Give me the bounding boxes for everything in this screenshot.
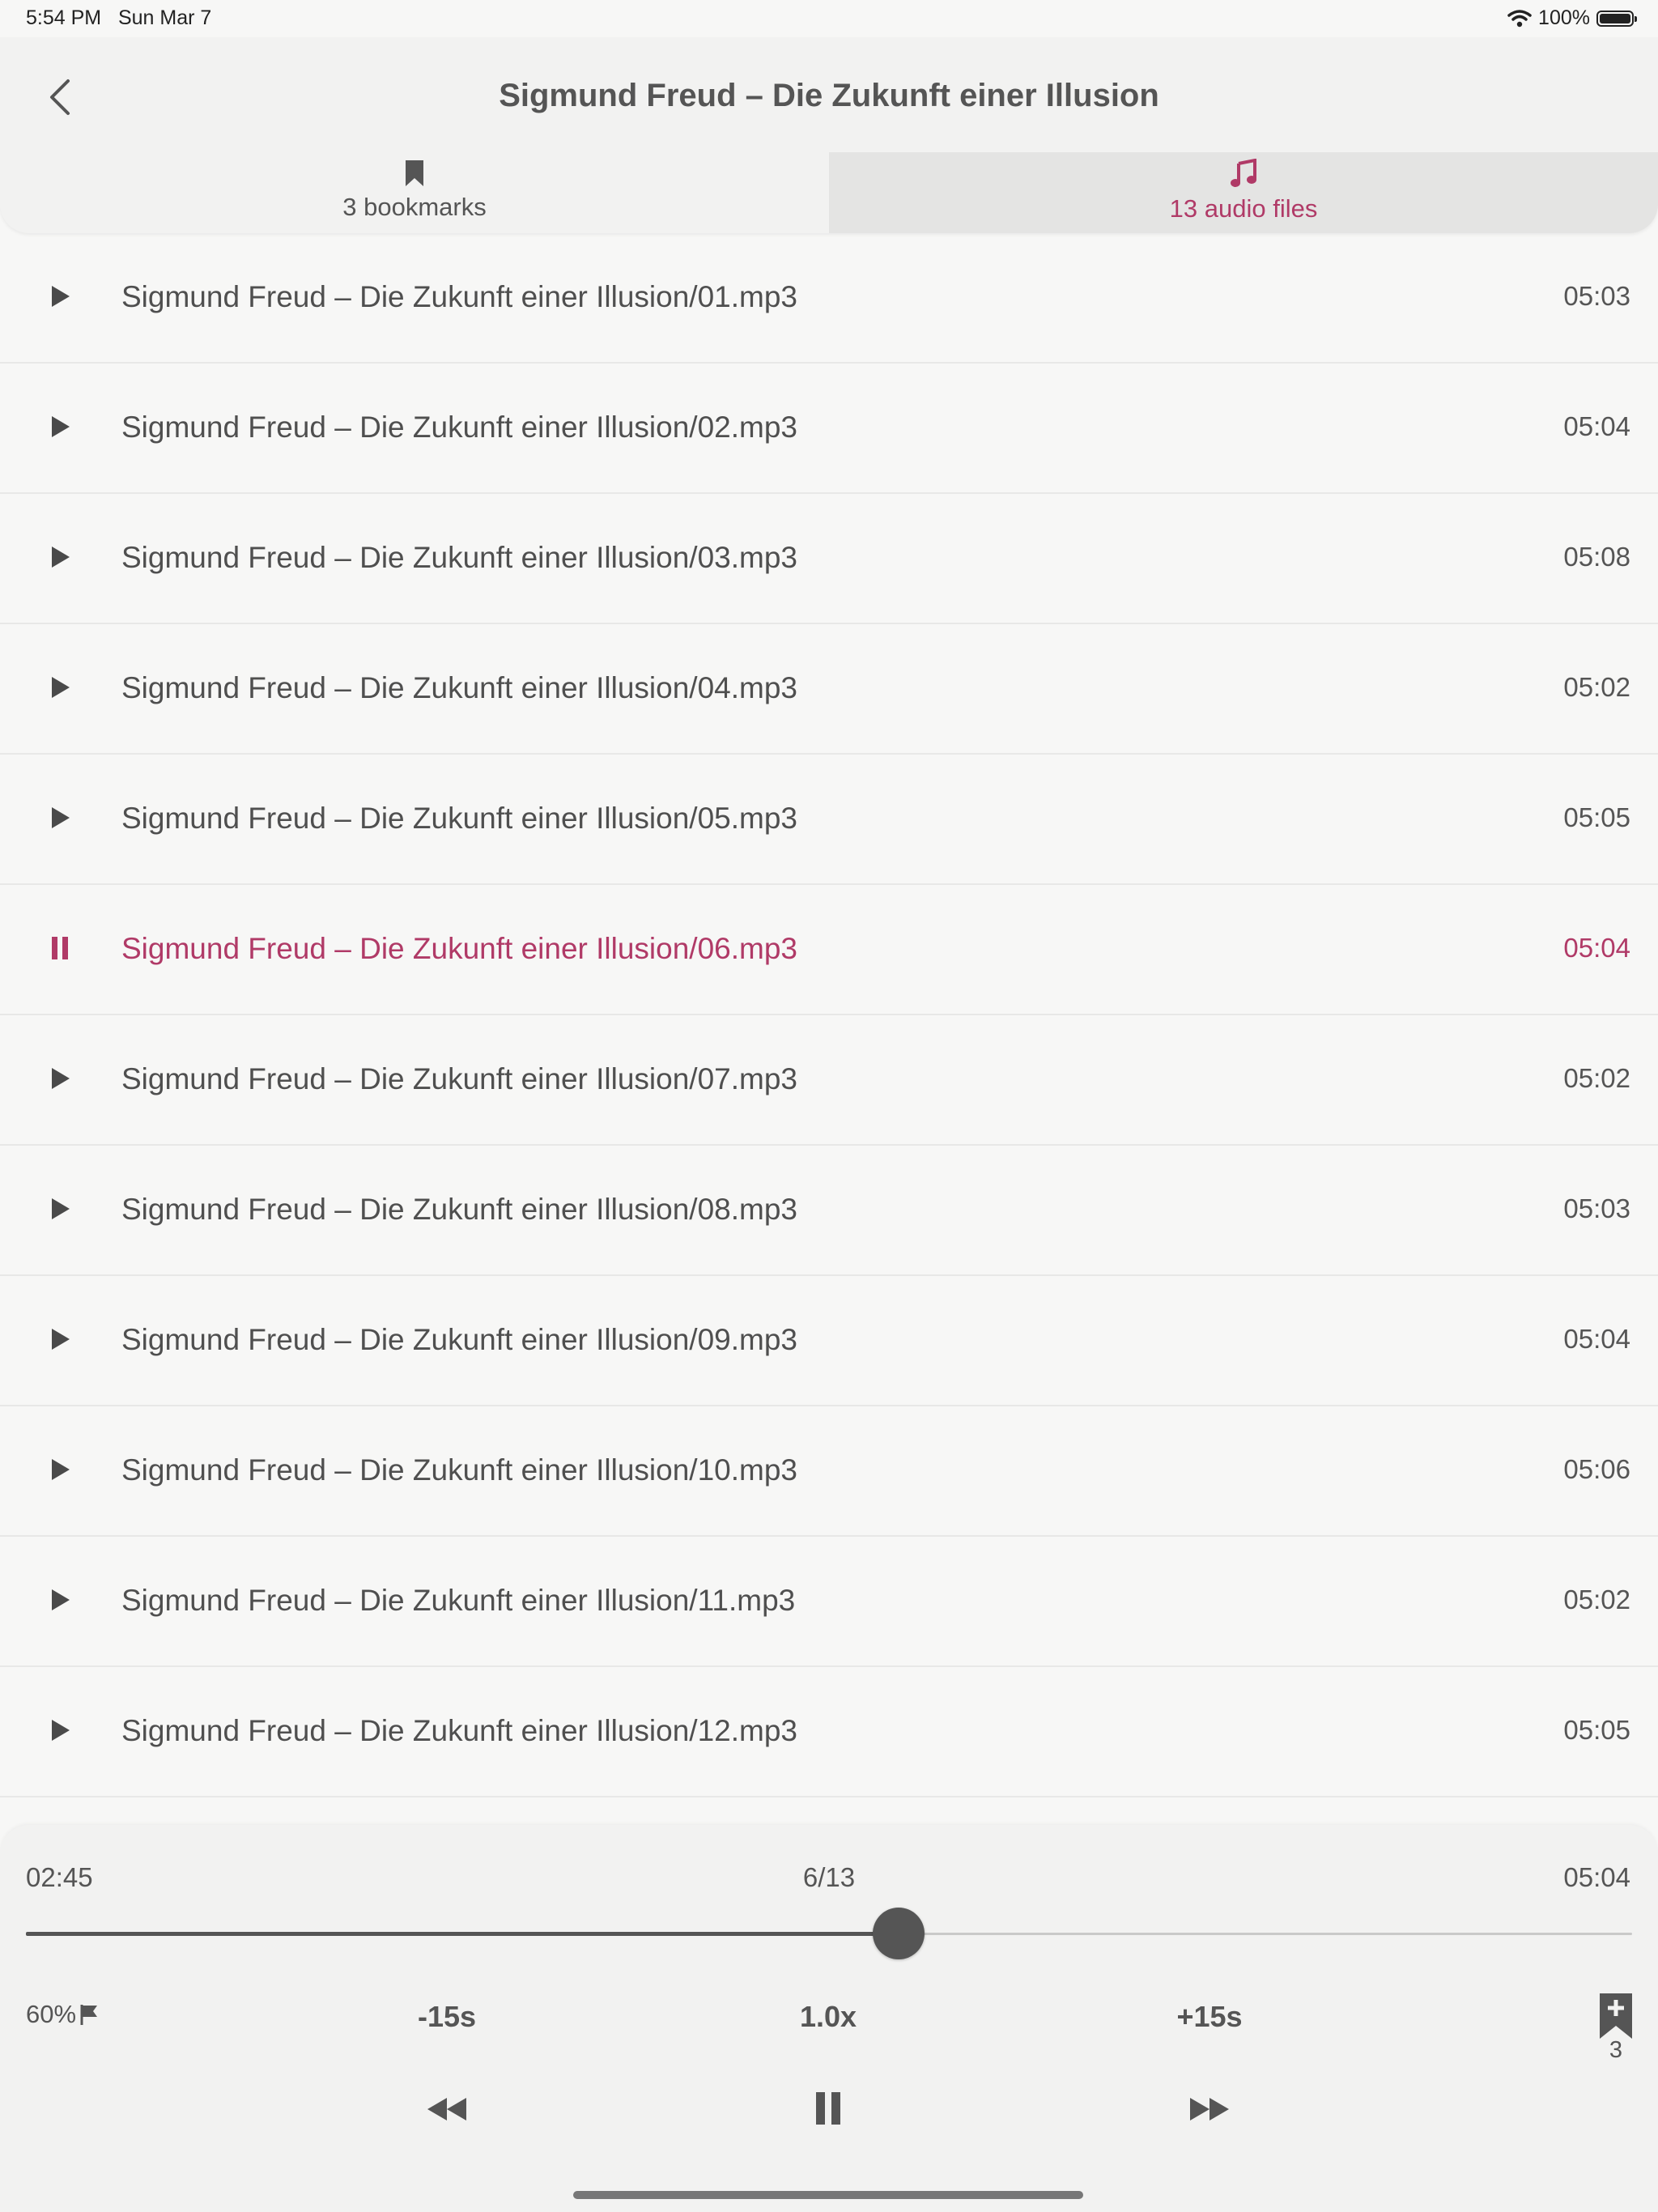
track-row[interactable]: Sigmund Freud – Die Zukunft einer Illusi… (0, 1146, 1658, 1276)
track-row-playing[interactable]: Sigmund Freud – Die Zukunft einer Illusi… (0, 885, 1658, 1015)
play-icon[interactable] (50, 806, 71, 830)
battery-icon (1596, 10, 1637, 27)
track-row[interactable]: Sigmund Freud – Die Zukunft einer Illusi… (0, 364, 1658, 494)
status-bar: 5:54 PM Sun Mar 7 100% (0, 0, 1658, 37)
play-icon[interactable] (50, 1327, 71, 1351)
pause-icon[interactable] (814, 2091, 843, 2126)
header: Sigmund Freud – Die Zukunft einer Illusi… (0, 37, 1658, 233)
track-duration: 05:02 (1563, 1585, 1630, 1614)
time-total: 05:04 (1563, 1862, 1630, 1892)
seek-bar[interactable] (26, 1908, 1632, 1959)
wifi-icon (1507, 9, 1532, 27)
bookmark-icon (406, 160, 423, 186)
track-duration: 05:06 (1563, 1454, 1630, 1484)
play-icon[interactable] (50, 415, 71, 439)
track-duration: 05:05 (1563, 802, 1630, 832)
fast-forward-icon[interactable] (1188, 2096, 1231, 2122)
track-name: Sigmund Freud – Die Zukunft einer Illusi… (121, 932, 797, 965)
track-name: Sigmund Freud – Die Zukunft einer Illusi… (121, 280, 797, 313)
track-name: Sigmund Freud – Die Zukunft einer Illusi… (121, 802, 797, 835)
track-duration: 05:03 (1563, 1193, 1630, 1223)
track-name: Sigmund Freud – Die Zukunft einer Illusi… (121, 541, 797, 574)
page-title: Sigmund Freud – Die Zukunft einer Illusi… (499, 78, 1159, 113)
volume-label: 60% (26, 2000, 77, 2028)
skip-forward-button[interactable]: +15s (1176, 2000, 1242, 2034)
track-duration: 05:05 (1563, 1715, 1630, 1745)
track-row[interactable]: Sigmund Freud – Die Zukunft einer Illusi… (0, 1406, 1658, 1537)
track-name: Sigmund Freud – Die Zukunft einer Illusi… (121, 1062, 797, 1095)
seek-played (26, 1932, 899, 1936)
track-name: Sigmund Freud – Die Zukunft einer Illusi… (121, 1714, 797, 1747)
volume-button[interactable]: 60% (26, 2000, 100, 2029)
track-position: 6/13 (802, 1862, 856, 1892)
play-icon[interactable] (50, 1718, 71, 1742)
tab-bookmarks[interactable]: 3 bookmarks (0, 152, 829, 233)
track-row[interactable]: Sigmund Freud – Die Zukunft einer Illusi… (0, 494, 1658, 624)
speed-button[interactable]: 1.0x (800, 2000, 857, 2034)
track-row[interactable]: Sigmund Freud – Die Zukunft einer Illusi… (0, 1276, 1658, 1406)
play-icon[interactable] (50, 545, 71, 569)
rewind-icon[interactable] (426, 2096, 468, 2122)
track-duration: 05:03 (1563, 281, 1630, 311)
skip-back-button[interactable]: -15s (418, 2000, 476, 2034)
track-list: Sigmund Freud – Die Zukunft einer Illusi… (0, 233, 1658, 1797)
play-icon[interactable] (50, 1197, 71, 1221)
track-name: Sigmund Freud – Die Zukunft einer Illusi… (121, 1453, 797, 1487)
track-row[interactable]: Sigmund Freud – Die Zukunft einer Illusi… (0, 1537, 1658, 1667)
track-name: Sigmund Freud – Die Zukunft einer Illusi… (121, 410, 797, 444)
status-time: 5:54 PM Sun Mar 7 (26, 6, 212, 29)
music-note-icon (1231, 159, 1256, 187)
play-icon[interactable] (50, 1066, 71, 1091)
battery-percent: 100% (1538, 6, 1590, 29)
track-name: Sigmund Freud – Die Zukunft einer Illusi… (121, 1584, 796, 1617)
track-duration: 05:04 (1563, 411, 1630, 441)
track-row[interactable]: Sigmund Freud – Die Zukunft einer Illusi… (0, 624, 1658, 755)
track-row[interactable]: Sigmund Freud – Die Zukunft einer Illusi… (0, 1667, 1658, 1797)
tab-bookmarks-label: 3 bookmarks (342, 193, 487, 221)
player-panel: 02:45 6/13 05:04 60% -15s 1.0x +15s 3 (0, 1825, 1658, 2212)
track-duration: 05:08 (1563, 542, 1630, 572)
play-icon[interactable] (50, 284, 71, 308)
track-name: Sigmund Freud – Die Zukunft einer Illusi… (121, 1323, 797, 1356)
track-row[interactable]: Sigmund Freud – Die Zukunft einer Illusi… (0, 1015, 1658, 1146)
seek-thumb[interactable] (873, 1908, 925, 1959)
tab-audio-files[interactable]: 13 audio files (829, 152, 1658, 233)
track-duration: 05:02 (1563, 672, 1630, 702)
pause-icon[interactable] (50, 936, 71, 960)
track-duration: 05:02 (1563, 1063, 1630, 1093)
add-bookmark-button[interactable]: 3 (1598, 1992, 1634, 2063)
flag-icon (80, 2005, 98, 2025)
play-icon[interactable] (50, 1457, 71, 1482)
home-indicator[interactable] (573, 2191, 1083, 2199)
status-date: Sun Mar 7 (117, 6, 212, 29)
track-duration: 05:04 (1563, 1324, 1630, 1354)
tab-audio-files-label: 13 audio files (1169, 194, 1318, 223)
track-row[interactable]: Sigmund Freud – Die Zukunft einer Illusi… (0, 233, 1658, 364)
play-icon[interactable] (50, 675, 71, 700)
track-name: Sigmund Freud – Die Zukunft einer Illusi… (121, 671, 797, 704)
track-row[interactable]: Sigmund Freud – Die Zukunft einer Illusi… (0, 755, 1658, 885)
bookmark-count: 3 (1609, 2037, 1623, 2063)
play-icon[interactable] (50, 1588, 71, 1612)
bookmark-add-icon (1600, 1993, 1632, 2039)
track-duration: 05:04 (1563, 933, 1630, 963)
status-indicators: 100% (1507, 6, 1637, 30)
track-name: Sigmund Freud – Die Zukunft einer Illusi… (121, 1193, 797, 1226)
